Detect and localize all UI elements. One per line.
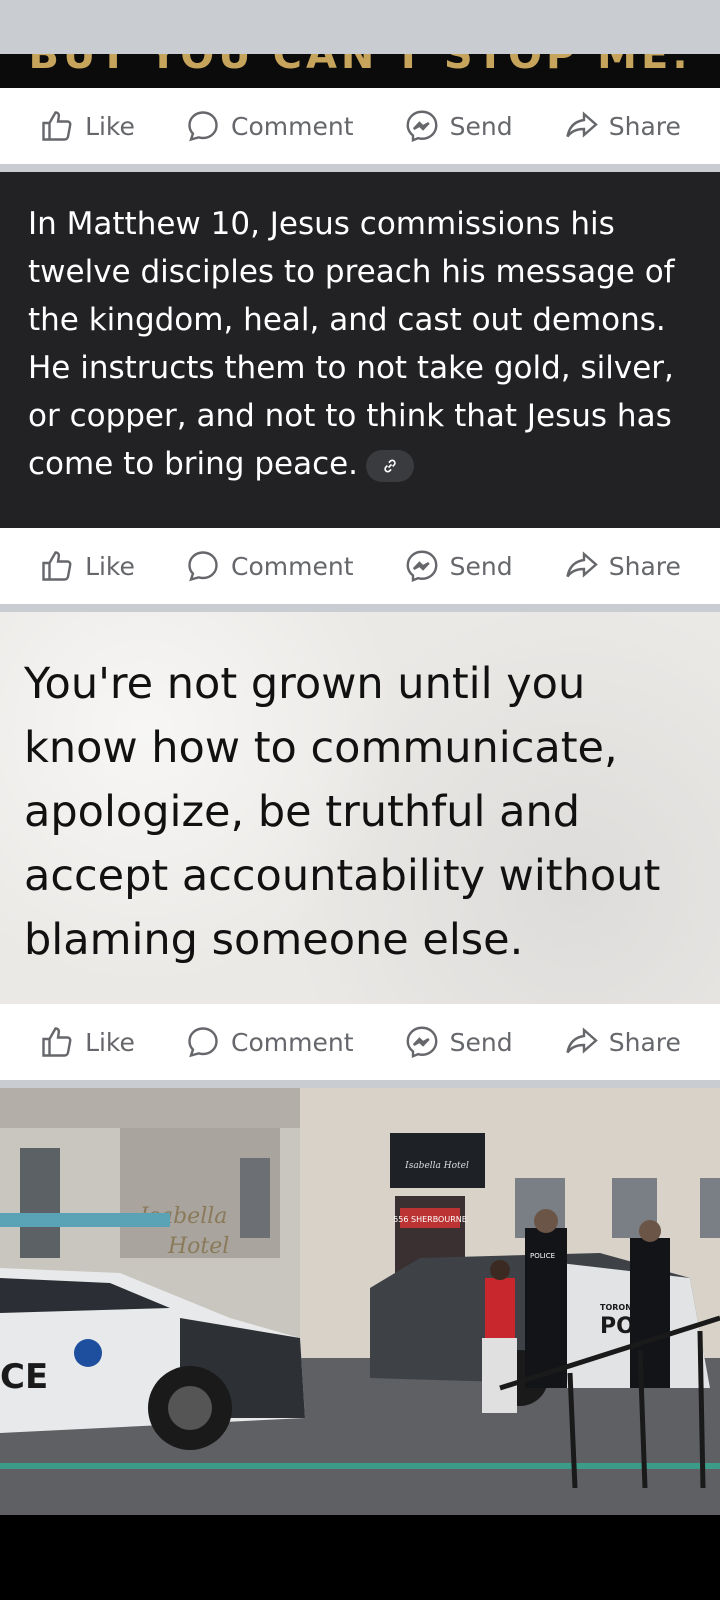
share-label: Share [608, 111, 681, 141]
share-icon [566, 1027, 598, 1054]
text-post[interactable]: In Matthew 10, Jesus commissions his twe… [0, 172, 720, 528]
quote-text: You're not grown until you know how to c… [24, 659, 661, 965]
comment-button[interactable]: Comment [185, 548, 354, 584]
left-car-text: CE [0, 1357, 48, 1397]
post-text: In Matthew 10, Jesus commissions his twe… [28, 206, 675, 482]
send-button[interactable]: Send [404, 548, 513, 584]
comment-icon [188, 1027, 218, 1058]
post-separator [0, 604, 720, 612]
like-button[interactable]: Like [39, 108, 135, 144]
comment-icon [188, 111, 218, 142]
officer-badge: POLICE [530, 1252, 555, 1260]
comment-icon [188, 551, 218, 582]
like-label: Like [85, 1027, 135, 1057]
hotel-sign-line2: Hotel [167, 1234, 229, 1259]
comment-button[interactable]: Comment [185, 1024, 354, 1060]
comment-label: Comment [231, 111, 354, 141]
send-button[interactable]: Send [404, 1024, 513, 1060]
street-scene-photo: Isabella Hotel Isabella Hotel 556 SHERBO… [0, 1088, 720, 1516]
comment-label: Comment [231, 551, 354, 581]
thumbs-up-icon [42, 551, 72, 581]
comment-button[interactable]: Comment [185, 108, 354, 144]
send-button[interactable]: Send [404, 108, 513, 144]
messenger-icon [406, 1026, 438, 1059]
link-badge[interactable] [366, 449, 415, 482]
share-button[interactable]: Share [563, 108, 681, 144]
like-button[interactable]: Like [39, 1024, 135, 1060]
link-icon [384, 459, 396, 472]
post-separator [0, 1080, 720, 1088]
status-bar-area [0, 0, 720, 54]
share-icon [566, 551, 598, 578]
thumbs-up-icon [42, 1027, 72, 1057]
like-button[interactable]: Like [39, 548, 135, 584]
navigation-bar-area [0, 1515, 720, 1600]
send-label: Send [449, 1027, 513, 1057]
previous-post-caption: BUT YOU CAN'T STOP ME. [28, 54, 692, 78]
send-label: Send [449, 551, 513, 581]
post-actions-bar: Like Comment Send Share [0, 1004, 720, 1080]
like-label: Like [85, 111, 135, 141]
send-label: Send [449, 111, 513, 141]
share-button[interactable]: Share [563, 548, 681, 584]
address-sign: 556 SHERBOURNE [393, 1215, 467, 1224]
share-button[interactable]: Share [563, 1024, 681, 1060]
messenger-icon [406, 550, 438, 583]
share-icon [566, 111, 598, 138]
awning-sign: Isabella Hotel [404, 1161, 469, 1171]
share-label: Share [608, 551, 681, 581]
share-label: Share [608, 1027, 681, 1057]
previous-post-image[interactable]: BUT YOU CAN'T STOP ME. [0, 54, 720, 88]
post-actions-bar: Like Comment Send Share [0, 528, 720, 604]
post-separator [0, 164, 720, 172]
quote-image-post[interactable]: You're not grown until you know how to c… [0, 612, 720, 1008]
post-actions-bar: Like Comment Send Share [0, 88, 720, 164]
like-label: Like [85, 551, 135, 581]
messenger-icon [406, 110, 438, 143]
thumbs-up-icon [42, 111, 72, 141]
comment-label: Comment [231, 1027, 354, 1057]
photo-post[interactable]: Isabella Hotel Isabella Hotel 556 SHERBO… [0, 1088, 720, 1516]
